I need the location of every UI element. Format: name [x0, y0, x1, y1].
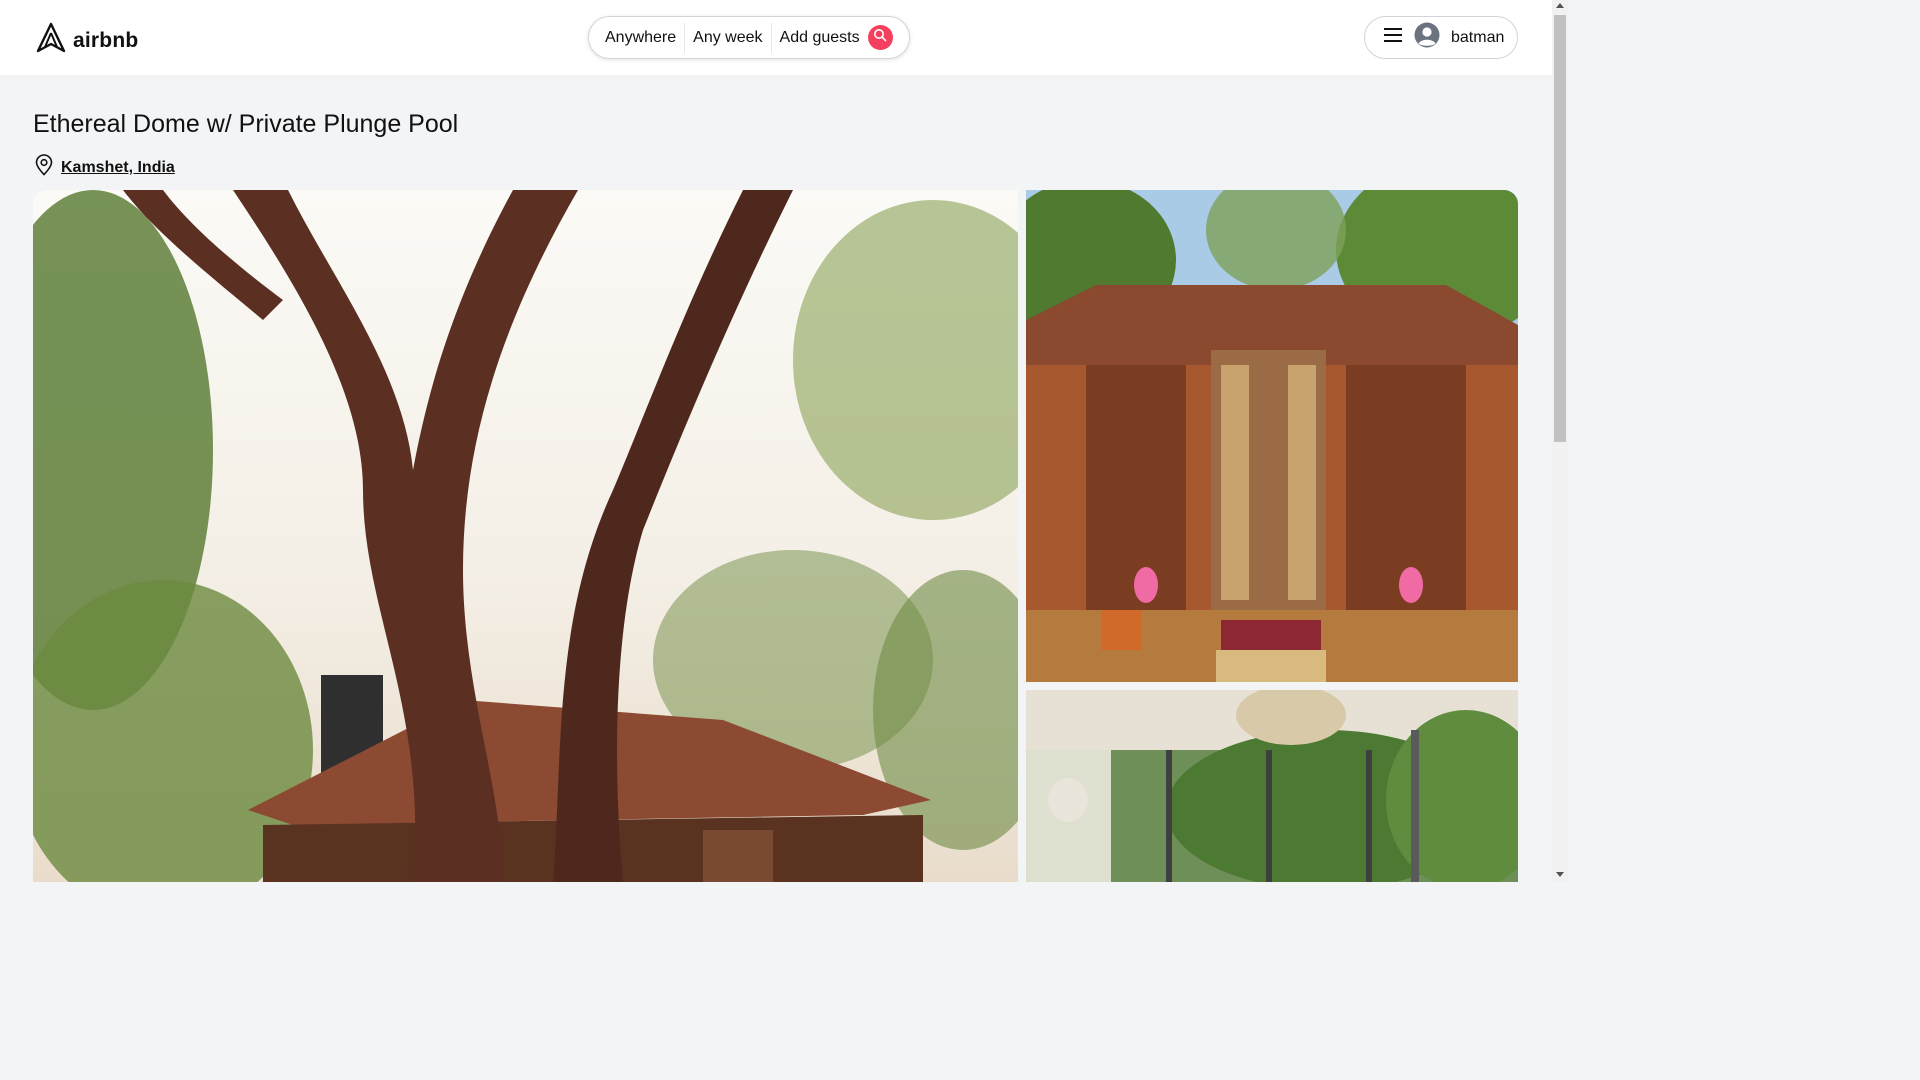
top-navbar: airbnb Anywhere Any week Add guests batm…	[0, 0, 1552, 75]
user-avatar-icon	[1414, 22, 1440, 53]
search-anywhere[interactable]: Anywhere	[597, 23, 684, 53]
page-scrollbar[interactable]	[1552, 0, 1568, 882]
search-bar[interactable]: Anywhere Any week Add guests	[588, 16, 910, 59]
user-menu-button[interactable]: batman	[1364, 16, 1518, 59]
search-icon	[873, 28, 887, 47]
gallery-photo-3[interactable]	[1026, 690, 1518, 882]
search-add-guests[interactable]: Add guests	[772, 23, 868, 53]
logo-text: airbnb	[73, 28, 139, 52]
location-link[interactable]: Kamshet, India	[61, 159, 175, 177]
scroll-down-arrow-icon[interactable]	[1556, 872, 1564, 877]
main-listing-photo[interactable]	[33, 190, 1018, 882]
listing-title: Ethereal Dome w/ Private Plunge Pool	[33, 110, 459, 138]
menu-icon	[1383, 27, 1403, 48]
airbnb-logo-icon	[35, 22, 67, 59]
gallery-photo-2[interactable]	[1026, 190, 1518, 682]
username: batman	[1451, 28, 1505, 46]
logo-link[interactable]: airbnb	[35, 22, 138, 59]
scroll-up-arrow-icon[interactable]	[1556, 3, 1564, 8]
map-pin-icon	[34, 154, 54, 181]
listing-location: Kamshet, India	[34, 154, 175, 181]
scrollbar-thumb[interactable]	[1554, 15, 1566, 442]
search-any-week[interactable]: Any week	[685, 23, 770, 53]
search-button[interactable]	[867, 25, 893, 50]
